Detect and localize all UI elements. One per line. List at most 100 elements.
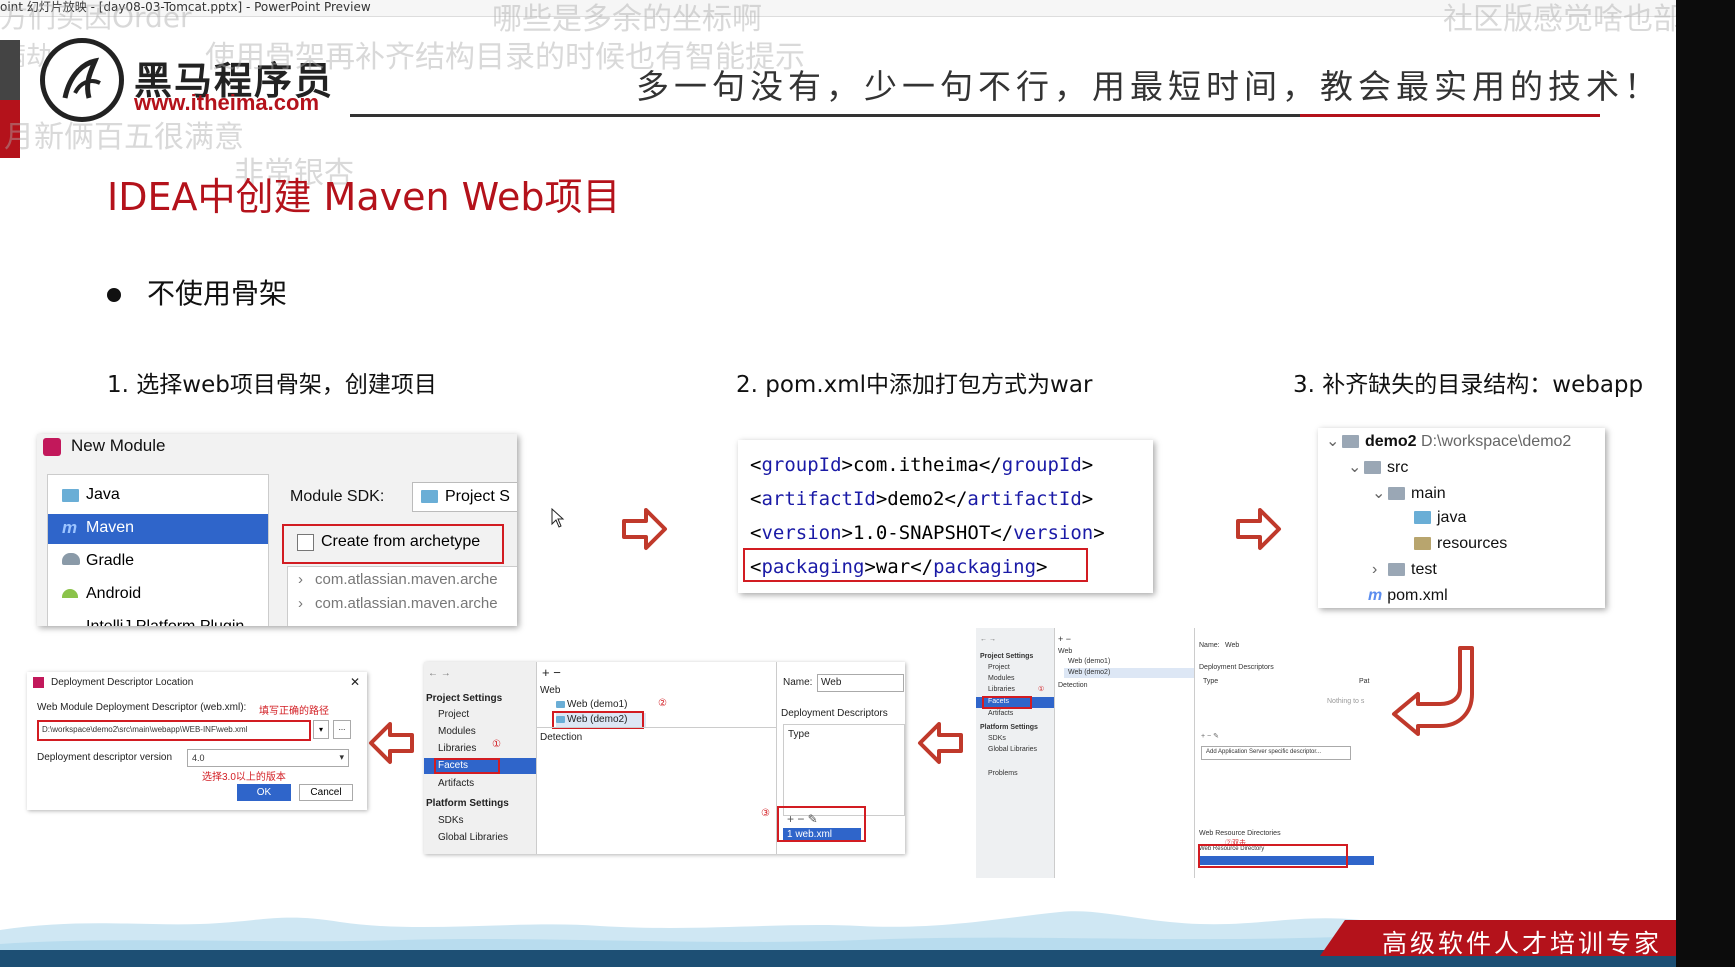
sidebar-item[interactable]: SDKs — [438, 815, 464, 826]
resources-folder-icon — [1414, 537, 1431, 551]
facet-group-web: Web — [540, 685, 561, 696]
code-punct: > — [1081, 454, 1094, 476]
column-header: Type — [788, 729, 810, 740]
version-select[interactable]: 4.0 ▾ — [187, 749, 349, 767]
arrow-return-icon — [1392, 646, 1474, 736]
detection-label: Detection — [1058, 682, 1088, 689]
close-icon[interactable]: ✕ — [350, 675, 360, 689]
highlight-box — [1198, 844, 1348, 868]
code-token: 1.0-SNAPSHOT — [852, 522, 991, 544]
sidebar-item[interactable]: Libraries — [438, 743, 476, 754]
facet-item[interactable]: Web (demo1) — [1068, 658, 1110, 665]
dropdown-arrow-icon[interactable]: ▾ — [313, 720, 329, 739]
module-type-maven[interactable]: m Maven — [48, 514, 268, 544]
maven-icon: m — [62, 518, 78, 537]
code-line: <groupId>com.itheima</groupId> — [750, 448, 1105, 482]
chevron-down-icon: ▾ — [339, 752, 344, 762]
step-label: 2. pom.xml中添加打包方式为war — [736, 372, 1093, 398]
chevron-down-icon: ⌄ — [1348, 459, 1362, 476]
module-type-gradle[interactable]: Gradle — [48, 547, 268, 577]
code-punct: > — [841, 522, 853, 544]
name-label: Name: — [1199, 642, 1220, 649]
code-punct: < — [750, 454, 762, 476]
add-descriptor-icon[interactable]: + − ✎ — [1201, 732, 1219, 740]
highlight-box — [982, 696, 1032, 709]
folder-icon — [1342, 435, 1359, 449]
facet-item[interactable]: Web (demo1) — [556, 699, 627, 710]
code-line: <artifactId>demo2</artifactId> — [750, 482, 1105, 516]
android-icon — [62, 589, 78, 598]
add-icon[interactable]: + − — [1058, 634, 1071, 644]
tree-root[interactable]: ⌄ demo2 D:\workspace\demo2 — [1326, 431, 1571, 451]
add-server-descriptor-button[interactable]: Add Application Server specific descript… — [1201, 746, 1351, 760]
tree-item-test[interactable]: › test — [1372, 561, 1437, 579]
tree-item-java[interactable]: java — [1414, 509, 1466, 527]
descriptors-label: Deployment Descriptors — [1199, 664, 1274, 671]
code-token: groupId — [761, 454, 842, 476]
sidebar-item[interactable]: SDKs — [988, 735, 1006, 742]
intellij-icon — [33, 677, 44, 688]
sidebar-item[interactable]: Artifacts — [988, 710, 1013, 717]
archetype-item[interactable]: › com.atlassian.maven.arche — [298, 595, 498, 612]
tree-item-src[interactable]: ⌄ src — [1348, 457, 1408, 477]
new-module-dialog: New Module Java mMaven Gradle Android In… — [37, 434, 517, 626]
sidebar-item[interactable]: Global Libraries — [438, 832, 508, 843]
code-punct: > — [875, 488, 888, 510]
maven-icon: m — [1368, 587, 1383, 604]
sdk-select[interactable]: Project S — [412, 482, 517, 512]
facet-item-selected[interactable]: Web (demo2) — [1064, 668, 1194, 678]
sidebar-item[interactable]: Project — [438, 709, 469, 720]
name-value: Web — [1225, 642, 1240, 649]
project-tree-panel: ⌄ demo2 D:\workspace\demo2 ⌄ src ⌄ main jav… — [1318, 428, 1605, 608]
settings-sidebar: ← → Project Settings Project Modules Lib… — [976, 628, 1055, 878]
facet-list: + − Web Web (demo1) Web (demo2) ② Detect… — [536, 662, 776, 854]
divider-accent — [1300, 114, 1600, 117]
path-label: Web Module Deployment Descriptor (web.xm… — [37, 702, 247, 713]
step-marker: ① — [492, 739, 501, 750]
section-header: Project Settings — [426, 693, 503, 704]
logo-icon — [40, 38, 124, 122]
slide: oint 幻灯片放映 - [day08-03-Tomcat.pptx] - Po… — [0, 0, 1676, 967]
path-input[interactable]: D:\workspace\demo2\src\main\webapp\WEB-I… — [37, 720, 311, 741]
sidebar-item[interactable]: Project — [988, 664, 1010, 671]
browse-button[interactable]: ... — [333, 720, 351, 739]
source-folder-icon — [1414, 511, 1431, 525]
sidebar-item[interactable]: Modules — [988, 675, 1014, 682]
add-icon[interactable]: + − — [542, 665, 561, 680]
sdk-label: Module SDK: — [290, 488, 385, 505]
detection-label: Detection — [540, 732, 583, 743]
tree-item-main[interactable]: ⌄ main — [1372, 483, 1446, 503]
cancel-button[interactable]: Cancel — [299, 784, 353, 801]
sidebar-item[interactable]: Libraries — [988, 686, 1015, 693]
archetype-list: › com.atlassian.maven.arche › com.atlassia… — [287, 566, 517, 626]
name-label: Name: — [783, 677, 813, 688]
folder-icon — [1388, 563, 1405, 577]
danmaku-text: 社区版感觉啥也部没 — [1443, 2, 1676, 37]
chevron-right-icon: › — [298, 571, 303, 588]
folder-icon — [1388, 487, 1405, 501]
divider — [536, 727, 776, 728]
tree-item-pom[interactable]: m pom.xml — [1368, 587, 1448, 605]
nav-back-icon[interactable]: ← → — [980, 636, 996, 643]
code-token: groupId — [1001, 454, 1082, 476]
settings-sidebar: ← → Project Settings Project Modules Lib… — [424, 662, 537, 854]
facet-details: Name: Web Deployment Descriptors Type ③ … — [761, 662, 905, 854]
module-type-android[interactable]: Android — [48, 580, 268, 610]
highlight-box — [777, 806, 866, 842]
archetype-item[interactable]: › com.atlassian.maven.arche — [298, 571, 498, 588]
code-token: version — [761, 522, 842, 544]
nav-back-icon[interactable]: ← → — [428, 668, 451, 679]
module-type-intellij-plugin[interactable]: IntelliJ Platform Plugin — [48, 613, 268, 626]
code-punct: > — [841, 454, 853, 476]
descriptor-dialog: Deployment Descriptor Location ✕ Web Mod… — [27, 672, 367, 810]
sidebar-item[interactable]: Modules — [438, 726, 476, 737]
ok-button[interactable]: OK — [237, 784, 291, 801]
column-header: Type — [1203, 678, 1219, 685]
tree-item-resources[interactable]: resources — [1414, 535, 1507, 553]
sidebar-item[interactable]: Global Libraries — [988, 746, 1037, 753]
sidebar-item[interactable]: Artifacts — [438, 778, 474, 789]
sidebar-item[interactable]: Problems — [988, 770, 1018, 777]
name-input[interactable]: Web — [817, 674, 904, 692]
module-type-java[interactable]: Java — [48, 481, 268, 511]
section-header: Platform Settings — [426, 798, 509, 809]
